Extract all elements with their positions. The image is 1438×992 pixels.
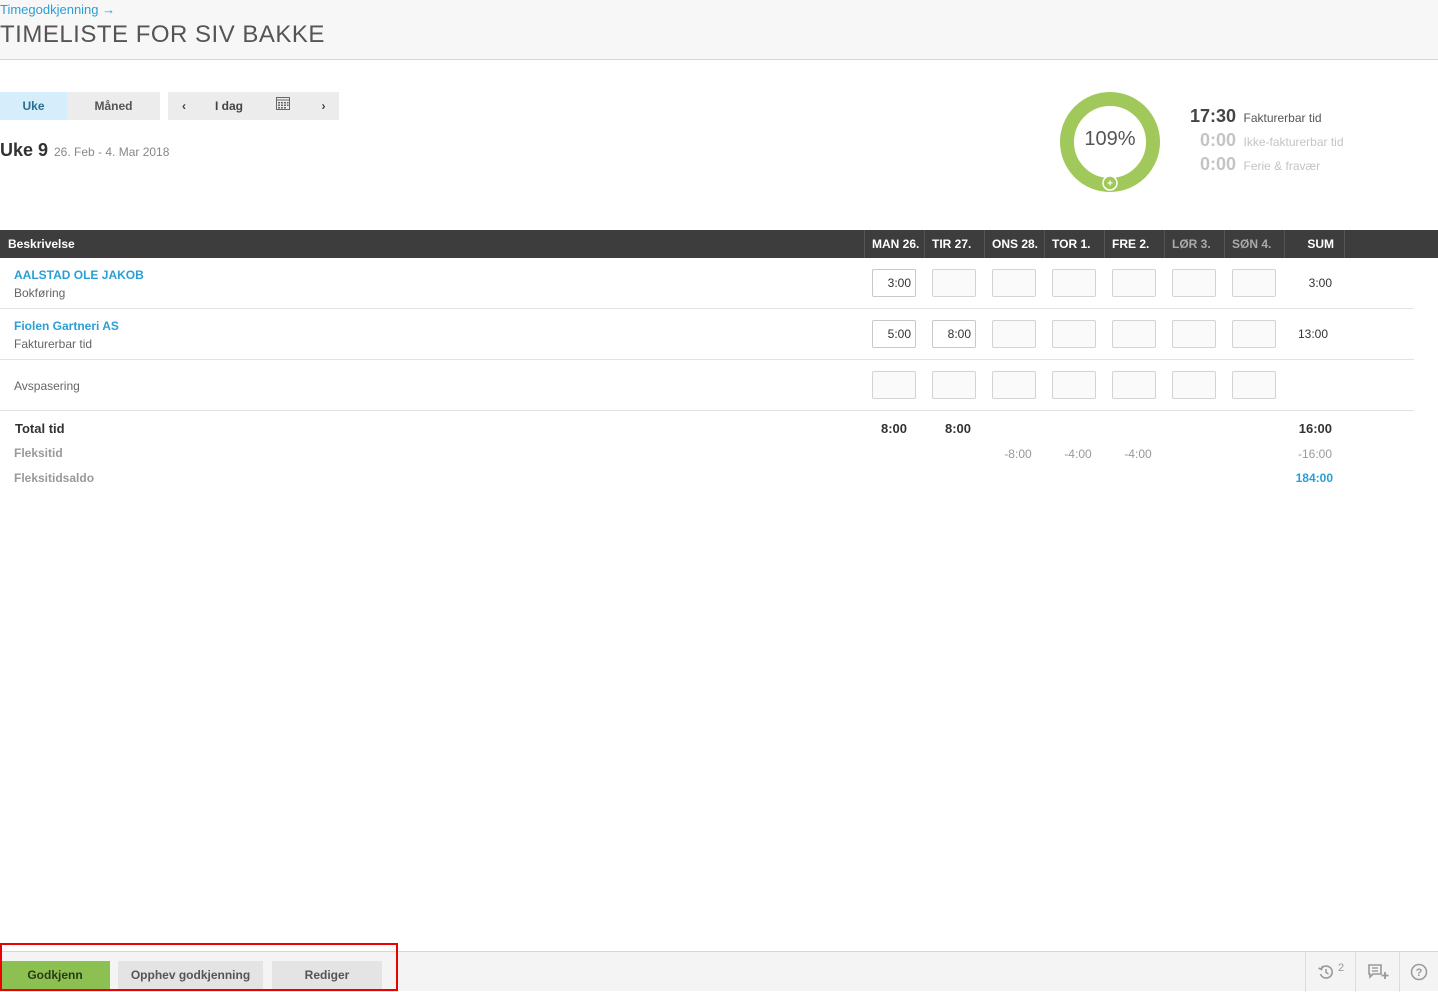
previous-week-button[interactable]: ‹ (168, 92, 200, 120)
row-sum: 3:00 (1308, 276, 1332, 290)
total-label: Total tid (15, 421, 65, 436)
week-title: Uke 9 (0, 140, 49, 160)
next-week-button[interactable]: › (308, 92, 339, 120)
vacation-value: 0:00 (1200, 154, 1237, 174)
hours-input[interactable]: 5:00 (872, 320, 916, 348)
hours-input[interactable] (1052, 320, 1096, 348)
column-header-day: SØN 4. (1224, 230, 1284, 258)
page-header: Timegodkjenning → TIMELISTE FOR SIV BAKK… (0, 0, 1438, 60)
svg-text:?: ? (1416, 967, 1423, 979)
column-header-description: Beskrivelse (8, 237, 75, 251)
flex-label: Fleksitid (14, 446, 63, 460)
billable-value: 17:30 (1190, 106, 1237, 126)
hours-input[interactable] (1052, 371, 1096, 399)
column-header-day: ONS 28. (984, 230, 1044, 258)
date-navigation: ‹ I dag › (168, 92, 339, 120)
nonbillable-label: Ikke-fakturerbar tid (1243, 135, 1344, 149)
edit-button[interactable]: Rediger (272, 961, 382, 989)
today-button[interactable]: I dag (200, 92, 258, 120)
row-sum: 13:00 (1297, 327, 1328, 341)
client-name-link[interactable]: AALSTAD OLE JAKOB (14, 268, 144, 282)
tab-week[interactable]: Uke (0, 92, 67, 120)
hours-input[interactable] (1112, 269, 1156, 297)
nonbillable-value: 0:00 (1200, 130, 1237, 150)
hours-input[interactable] (1052, 269, 1096, 297)
table-header: Beskrivelse MAN 26. TIR 27. ONS 28. TOR … (0, 230, 1438, 258)
svg-text:+: + (1107, 179, 1113, 190)
column-header-day: TIR 27. (924, 230, 984, 258)
calendar-icon[interactable] (258, 92, 308, 120)
hours-input[interactable] (1232, 320, 1276, 348)
page-title: TIMELISTE FOR SIV BAKKE (0, 21, 325, 48)
flex-value: -4:00 (1124, 447, 1152, 461)
tab-month[interactable]: Måned (67, 92, 160, 120)
hours-input[interactable] (992, 269, 1036, 297)
add-comment-icon[interactable] (1355, 952, 1399, 992)
flex-value: -8:00 (1004, 447, 1032, 461)
hours-input[interactable] (992, 320, 1036, 348)
table-row: Fiolen Gartneri AS Fakturerbar tid 5:00 … (0, 309, 1414, 360)
activity-label: Bokføring (14, 286, 66, 300)
total-value: 8:00 (880, 421, 908, 436)
activity-label: Fakturerbar tid (14, 337, 93, 351)
hours-input[interactable] (1172, 269, 1216, 297)
hours-input[interactable] (1172, 320, 1216, 348)
column-header-day: MAN 26. (864, 230, 924, 258)
client-name-link[interactable]: Fiolen Gartneri AS (14, 319, 119, 333)
footer-toolbar: Godkjenn Opphev godkjenning Rediger 2 ? (0, 951, 1438, 992)
activity-label: Avspasering (14, 379, 80, 393)
hours-input[interactable] (1232, 371, 1276, 399)
flex-balance-value: 184:00 (1295, 471, 1333, 485)
hours-input[interactable] (872, 371, 916, 399)
hours-input[interactable] (1232, 269, 1276, 297)
help-icon[interactable]: ? (1399, 952, 1438, 992)
breadcrumb-link[interactable]: Timegodkjenning → (0, 2, 115, 17)
flex-value: -4:00 (1064, 447, 1092, 461)
vacation-label: Ferie & fravær (1243, 159, 1321, 173)
hours-input[interactable] (1112, 371, 1156, 399)
hours-input[interactable]: 8:00 (932, 320, 976, 348)
percentage-label: 109% (1084, 128, 1136, 150)
vacation-stat: 0:00 Ferie & fravær (1200, 154, 1320, 175)
hours-input[interactable]: 3:00 (872, 269, 916, 297)
column-header-day: FRE 2. (1104, 230, 1164, 258)
hours-input[interactable] (932, 371, 976, 399)
billable-stat: 17:30 Fakturerbar tid (1190, 106, 1322, 127)
billable-label: Fakturerbar tid (1243, 111, 1322, 125)
table-row: Avspasering (0, 360, 1414, 411)
column-header-day: TOR 1. (1044, 230, 1104, 258)
history-count: 2 (1337, 962, 1345, 974)
week-date-range: 26. Feb - 4. Mar 2018 (54, 145, 170, 159)
column-header-sum: SUM (1284, 230, 1345, 258)
hours-input[interactable] (1172, 371, 1216, 399)
column-header-day: LØR 3. (1164, 230, 1224, 258)
period-toggle: Uke Måned (0, 92, 160, 120)
flex-sum: -16:00 (1297, 447, 1332, 461)
total-value: 8:00 (944, 421, 972, 436)
total-sum: 16:00 (1298, 421, 1332, 436)
history-icon[interactable]: 2 (1305, 952, 1355, 992)
flex-balance-label: Fleksitidsaldo (14, 471, 95, 485)
unapprove-button[interactable]: Opphev godkjenning (118, 961, 263, 989)
nonbillable-stat: 0:00 Ikke-fakturerbar tid (1200, 130, 1344, 151)
table-row: AALSTAD OLE JAKOB Bokføring 3:00 3:00 (0, 258, 1414, 309)
hours-input[interactable] (1112, 320, 1156, 348)
hours-input[interactable] (992, 371, 1036, 399)
hours-input[interactable] (932, 269, 976, 297)
approve-button[interactable]: Godkjenn (0, 961, 110, 989)
